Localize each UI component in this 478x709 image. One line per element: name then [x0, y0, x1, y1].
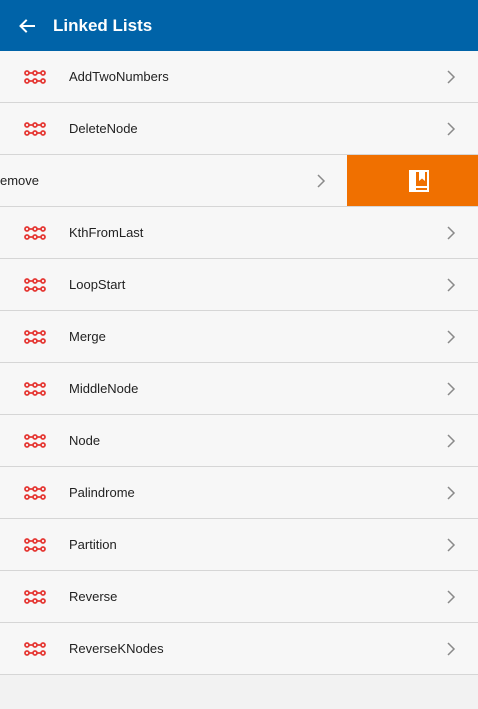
- list-item-partition[interactable]: Partition: [0, 519, 478, 571]
- linked-list-icon: [24, 70, 46, 84]
- list-item-label: Partition: [69, 537, 117, 552]
- list-item-label: Reverse: [69, 589, 118, 604]
- linked-list-icon: [24, 642, 46, 656]
- list-item-kthfromlast[interactable]: KthFromLast: [0, 207, 478, 259]
- list-item-reverse[interactable]: Reverse: [0, 571, 478, 623]
- page-title: Linked Lists: [53, 15, 153, 35]
- linked-list-icon: [24, 226, 46, 240]
- arrow-left-icon: [19, 18, 35, 33]
- chevron-right-icon: [447, 330, 456, 344]
- list-item-label: DeleteNode: [69, 121, 138, 136]
- list-item-label: AddTwoNumbers: [69, 69, 169, 84]
- list-item-reverseknodes[interactable]: ReverseKNodes: [0, 623, 478, 675]
- list-item-label: emove: [0, 173, 40, 188]
- topic-list: AddTwoNumbers DeleteNode emove KthFromLa…: [0, 51, 478, 675]
- list-item-label: Node: [69, 433, 101, 448]
- list-item-middlenode[interactable]: MiddleNode: [0, 363, 478, 415]
- list-item-label: ReverseKNodes: [69, 641, 164, 656]
- list-item-node[interactable]: Node: [0, 415, 478, 467]
- chevron-right-icon: [447, 278, 456, 292]
- chevron-right-icon: [447, 538, 456, 552]
- list-item-palindrome[interactable]: Palindrome: [0, 467, 478, 519]
- linked-list-icon: [24, 122, 46, 136]
- list-item-merge[interactable]: Merge: [0, 311, 478, 363]
- linked-list-icon: [24, 278, 46, 292]
- linked-list-icon: [24, 382, 46, 396]
- chevron-right-icon: [447, 434, 456, 448]
- list-item-label: KthFromLast: [69, 225, 144, 240]
- chevron-right-icon: [447, 226, 456, 240]
- list-item-label: MiddleNode: [69, 381, 139, 396]
- linked-list-icon: [24, 538, 46, 552]
- list-item-label: LoopStart: [69, 277, 126, 292]
- list-item-addtwonumbers[interactable]: AddTwoNumbers: [0, 51, 478, 103]
- chevron-right-icon: [447, 122, 456, 136]
- back-button[interactable]: [0, 0, 54, 51]
- chevron-right-icon: [447, 382, 456, 396]
- chevron-right-icon: [447, 642, 456, 656]
- list-item-loopstart[interactable]: LoopStart: [0, 259, 478, 311]
- bookmark-book-icon: [408, 169, 429, 192]
- linked-list-icon: [24, 590, 46, 604]
- linked-list-icon: [24, 434, 46, 448]
- list-item-remove-swiped[interactable]: emove: [0, 155, 478, 207]
- chevron-right-icon: [317, 174, 326, 188]
- linked-list-icon: [24, 330, 46, 344]
- chevron-right-icon: [447, 70, 456, 84]
- chevron-right-icon: [447, 486, 456, 500]
- list-item-label: Palindrome: [69, 485, 135, 500]
- linked-list-icon: [24, 486, 46, 500]
- list-item-deletenode[interactable]: DeleteNode: [0, 103, 478, 155]
- list-item-label: Merge: [69, 329, 106, 344]
- app-screen: Linked Lists AddTwoNumbers DeleteNode em…: [0, 0, 478, 709]
- toolbar: Linked Lists: [0, 0, 478, 51]
- bookmark-action-button[interactable]: [347, 155, 478, 206]
- chevron-right-icon: [447, 590, 456, 604]
